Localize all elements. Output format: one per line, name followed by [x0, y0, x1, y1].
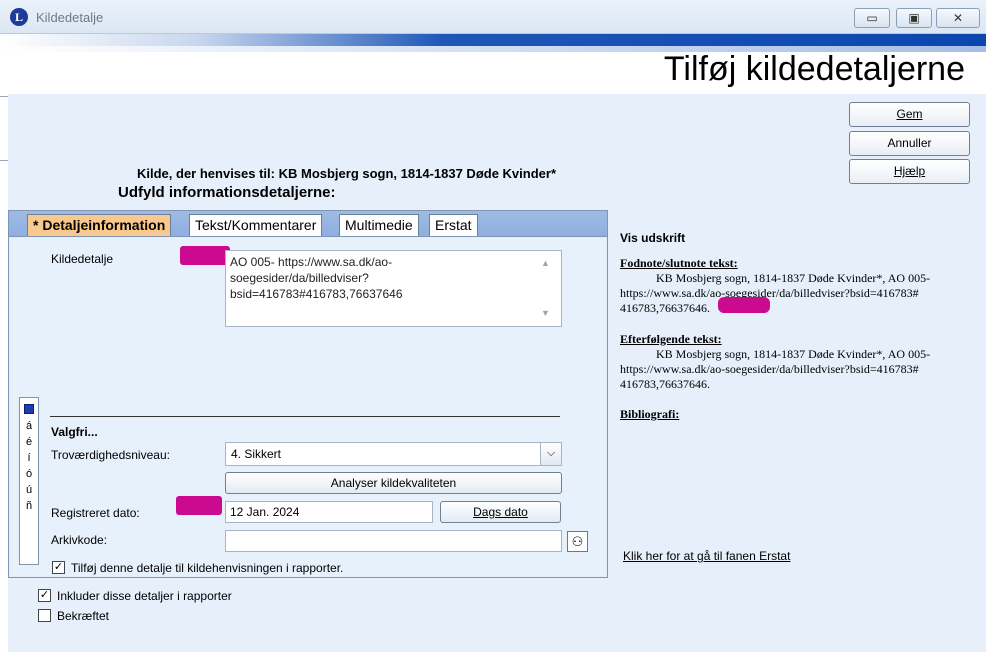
footnote-text: KB Mosbjerg sogn, 1814-1837 Døde Kvinder…	[620, 271, 931, 315]
banner-stripe	[0, 34, 986, 46]
registered-date-label: Registreret dato:	[51, 506, 140, 520]
include-details-label: Inkluder disse detaljer i rapporter	[57, 589, 232, 603]
bibliography-heading: Bibliografi:	[620, 407, 680, 421]
char-a-acute[interactable]: á	[20, 420, 38, 432]
footnote-heading: Fodnote/slutnote tekst:	[620, 256, 738, 270]
detail-label: Kildedetalje	[51, 252, 114, 266]
divider	[0, 160, 8, 161]
maximize-icon: ▣	[908, 11, 920, 25]
tab-text-comments[interactable]: Tekst/Kommentarer	[189, 214, 323, 237]
today-date-button[interactable]: Dags dato	[440, 501, 561, 523]
confirmed-label: Bekræftet	[57, 609, 110, 623]
minimize-icon: ▭	[866, 11, 878, 25]
detail-line: soegesider/da/billedviser?	[230, 271, 369, 285]
char-e-acute[interactable]: é	[20, 436, 38, 448]
save-button[interactable]: Gem	[849, 102, 970, 127]
window-title: Kildedetalje	[36, 10, 104, 25]
reliability-label: Troværdighedsniveau:	[51, 448, 170, 462]
char-i-acute[interactable]: í	[20, 452, 38, 464]
special-char-strip[interactable]: á é í ó ú ñ	[19, 397, 39, 565]
app-logo-icon: L	[10, 8, 28, 26]
scroll-up-icon[interactable]: ▲	[541, 258, 550, 268]
include-details-checkbox[interactable]: ✓	[38, 589, 51, 602]
tab-multimedia[interactable]: Multimedie	[339, 214, 419, 237]
detail-line: bsid=416783#416783,76637646	[230, 287, 403, 301]
help-button[interactable]: Hjælp	[849, 159, 970, 184]
preview-title: Vis udskrift	[620, 231, 686, 245]
subsequent-heading: Efterfølgende tekst:	[620, 332, 722, 346]
go-to-replace-tab-link[interactable]: Klik her for at gå til fanen Erstat	[623, 549, 790, 563]
redaction-mark	[180, 246, 230, 265]
char-o-acute[interactable]: ó	[20, 468, 38, 480]
minimize-button[interactable]: ▭	[854, 8, 890, 28]
char-n-tilde[interactable]: ñ	[20, 500, 38, 512]
char-strip-toggle-icon[interactable]	[24, 404, 34, 414]
archive-code-input[interactable]	[225, 530, 562, 552]
tab-replace[interactable]: Erstat	[429, 214, 478, 237]
confirmed-checkbox[interactable]	[38, 609, 51, 622]
divider	[50, 416, 560, 417]
optional-heading: Valgfri...	[51, 425, 98, 439]
binoculars-icon[interactable]: ⚇	[567, 531, 588, 552]
registered-date-input[interactable]: 12 Jan. 2024	[225, 501, 433, 523]
maximize-button[interactable]: ▣	[896, 8, 932, 28]
tab-detail-info[interactable]: * Detaljeinformation	[27, 214, 172, 237]
scroll-down-icon[interactable]: ▼	[541, 308, 550, 318]
section-heading: Udfyld informationsdetaljerne:	[118, 184, 336, 201]
source-reference: Kilde, der henvises til: KB Mosbjerg sog…	[137, 166, 557, 181]
detail-line: AO 005- https://www.sa.dk/ao-	[230, 255, 393, 269]
page-title: Tilføj kildedetaljerne	[663, 50, 965, 88]
close-button[interactable]: ✕	[936, 8, 980, 28]
redaction-mark	[176, 496, 222, 515]
redaction-mark	[718, 297, 770, 313]
divider	[0, 96, 8, 97]
subsequent-text: KB Mosbjerg sogn, 1814-1837 Døde Kvinder…	[620, 347, 931, 391]
chevron-down-icon[interactable]: ⌵	[540, 443, 561, 465]
title-bar	[0, 0, 986, 34]
add-to-reports-label: Tilføj denne detalje til kildehenvisning…	[71, 561, 344, 575]
close-icon: ✕	[952, 11, 964, 25]
char-u-acute[interactable]: ú	[20, 484, 38, 496]
analyze-quality-button[interactable]: Analyser kildekvaliteten	[225, 472, 562, 494]
reliability-select[interactable]: 4. Sikkert	[225, 442, 562, 466]
add-to-reports-checkbox[interactable]: ✓	[52, 561, 65, 574]
detail-textarea[interactable]: AO 005- https://www.sa.dk/ao- soegesider…	[225, 250, 562, 327]
cancel-button[interactable]: Annuller	[849, 131, 970, 156]
archive-code-label: Arkivkode:	[51, 533, 108, 547]
